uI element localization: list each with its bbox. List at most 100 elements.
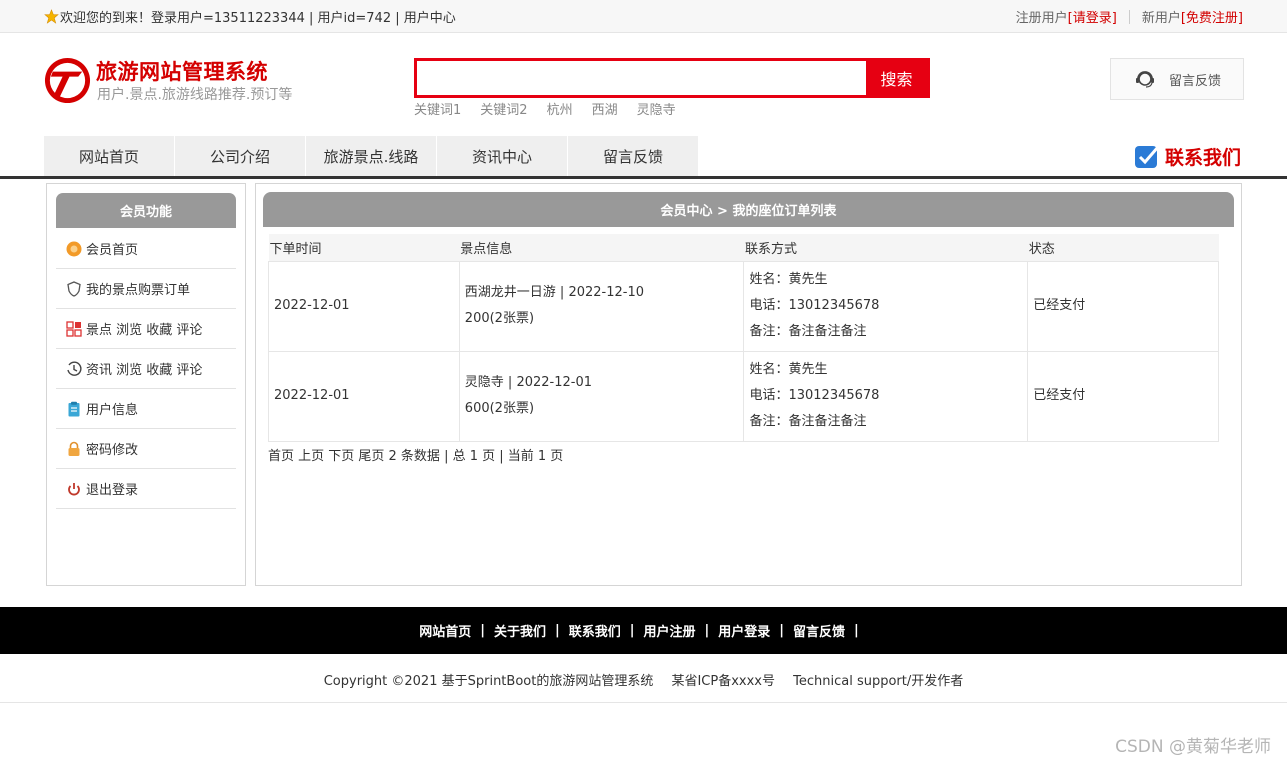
keyword-link[interactable]: 关键词1 [414, 99, 461, 118]
clipboard-icon [68, 401, 80, 416]
keyword-link[interactable]: 关键词2 [480, 99, 527, 118]
grid-icon [66, 320, 82, 337]
footer-separator: | [554, 623, 560, 638]
footer-link-feedback[interactable]: 留言反馈 [793, 621, 845, 640]
nav-item-news[interactable]: 资讯中心 [437, 136, 567, 176]
spot-info: 西湖龙井一日游 | 2022-12-10 200(2张票) [458, 260, 745, 352]
contact-name: 姓名：黄先生 [749, 362, 828, 377]
sidebar-item-user-info[interactable]: 用户信息 [56, 389, 236, 429]
footer-link-home[interactable]: 网站首页 [419, 621, 471, 640]
sidebar-item-label: 景点 浏览 收藏 评论 [86, 323, 203, 338]
sidebar-item-label: 退出登录 [86, 483, 139, 498]
footer-link-register[interactable]: 用户注册 [644, 621, 696, 640]
footer-separator: | [704, 623, 710, 638]
footer-link-login[interactable]: 用户登录 [718, 621, 770, 640]
footer-separator: | [779, 623, 785, 638]
order-time: 2022-12-01 [268, 350, 460, 442]
contact-name: 姓名：黄先生 [749, 272, 828, 287]
table-row: 2022-12-01 西湖龙井一日游 | 2022-12-10 200(2张票)… [268, 260, 1219, 352]
column-header: 景点信息 [459, 234, 744, 262]
table-header-row: 下单时间 景点信息 联系方式 状态 [268, 234, 1219, 262]
search-input[interactable] [417, 61, 866, 95]
feedback-button[interactable]: 留言反馈 [1110, 58, 1244, 100]
footer-separator: | [480, 623, 485, 638]
contact-note: 备注：备注备注备注 [749, 414, 867, 429]
login-link[interactable]: [请登录] [1068, 7, 1117, 26]
spot-name[interactable]: 灵隐寺 | 2022-12-01 [465, 370, 744, 396]
order-table: 下单时间 景点信息 联系方式 状态 2022-12-01 西湖龙井一日游 | 2… [268, 234, 1219, 442]
welcome-text: 欢迎您的到来！登录用户=13511223344 | 用户id=742 | 用户中… [44, 7, 456, 26]
sidebar-item-orders[interactable]: 我的景点购票订单 [56, 269, 236, 309]
spot-info: 灵隐寺 | 2022-12-01 600(2张票) [458, 350, 745, 442]
registered-label: 注册用户 [1015, 11, 1068, 26]
footer-link-about[interactable]: 关于我们 [494, 621, 546, 640]
order-time: 2022-12-01 [268, 260, 460, 352]
sidebar-item-password[interactable]: 密码修改 [56, 429, 236, 469]
site-subtitle: 用户.景点.旅游线路推荐.预订等 [97, 87, 293, 103]
sidebar-item-label: 密码修改 [86, 443, 139, 458]
nav-item-spots[interactable]: 旅游景点.线路 [306, 136, 436, 176]
home-icon [66, 241, 82, 256]
sidebar-item-news-activity[interactable]: 资讯 浏览 收藏 评论 [56, 349, 236, 389]
order-status: 已经支付 [1027, 350, 1219, 442]
divider [1128, 9, 1130, 24]
site-logo-icon[interactable] [43, 56, 92, 105]
column-header: 状态 [1027, 234, 1219, 262]
signup-link[interactable]: [免费注册] [1181, 7, 1243, 26]
icp-text: 某省ICP备xxxx号 [671, 674, 775, 689]
footer-separator: | [854, 623, 859, 638]
spot-name[interactable]: 西湖龙井一日游 | 2022-12-10 [465, 280, 744, 306]
sidebar-title: 会员功能 [56, 193, 236, 228]
watermark: CSDN @黄菊华老师 [1115, 737, 1271, 757]
top-bar: 欢迎您的到来！登录用户=13511223344 | 用户id=742 | 用户中… [0, 0, 1287, 33]
search-button[interactable]: 搜索 [866, 61, 927, 95]
contact-us-link[interactable]: 联系我们 [1133, 142, 1241, 170]
sidebar-item-spot-activity[interactable]: 景点 浏览 收藏 评论 [56, 309, 236, 349]
keyword-link[interactable]: 杭州 [547, 99, 573, 118]
footer-separator: | [629, 623, 635, 638]
power-icon [68, 482, 80, 495]
sidebar-item-label: 资讯 浏览 收藏 评论 [86, 363, 203, 378]
sidebar-item-label: 用户信息 [86, 403, 139, 418]
clock-icon [67, 360, 82, 376]
support-text: Technical support/开发作者 [793, 674, 964, 689]
welcome-label: 欢迎您的到来！登录用户=13511223344 | 用户id=742 | 用户中… [60, 11, 456, 26]
footer-nav: 网站首页 | 关于我们 | 联系我们 | 用户注册 | 用户登录 | 留言反馈 | [0, 607, 1287, 654]
account-links: 注册用户 [请登录] 新用户 [免费注册] [1016, 7, 1243, 26]
contact-note: 备注：备注备注备注 [749, 324, 867, 339]
hot-keywords: 关键词1 关键词2 杭州 西湖 灵隐寺 [414, 99, 676, 118]
member-sidebar: 会员功能 会员首页 我的景点购票订单 景点 浏览 收藏 评论 资讯 浏览 收藏 … [46, 183, 246, 586]
feedback-label: 留言反馈 [1168, 73, 1221, 89]
contact-info: 姓名：黄先生 电话：13012345678 备注：备注备注备注 [743, 260, 1029, 352]
sidebar-item-label: 我的景点购票订单 [86, 283, 191, 298]
copyright: Copyright ©2021 基于SprintBoot的旅游网站管理系统 某省… [0, 670, 1287, 689]
contact-phone: 电话：13012345678 [749, 298, 880, 313]
pagination[interactable]: 首页 上页 下页 尾页 2 条数据 | 总 1 页 | 当前 1 页 [268, 445, 563, 464]
main-nav: 网站首页 公司介绍 旅游景点.线路 资讯中心 留言反馈 [44, 136, 699, 176]
copyright-text: Copyright ©2021 基于SprintBoot的旅游网站管理系统 [323, 674, 654, 689]
lock-icon [68, 441, 80, 456]
contact-phone: 电话：13012345678 [749, 388, 880, 403]
star-icon [44, 9, 59, 24]
search-bar: 搜索 [414, 58, 930, 98]
keyword-link[interactable]: 灵隐寺 [637, 99, 676, 118]
headset-icon [1135, 71, 1154, 88]
nav-item-company[interactable]: 公司介绍 [175, 136, 305, 176]
sidebar-item-logout[interactable]: 退出登录 [56, 469, 236, 509]
nav-divider [0, 176, 1287, 179]
table-row: 2022-12-01 灵隐寺 | 2022-12-01 600(2张票) 姓名：… [268, 350, 1219, 442]
panel-title: 会员中心 > 我的座位订单列表 [263, 192, 1234, 227]
sidebar-item-home[interactable]: 会员首页 [56, 229, 236, 269]
contact-check-icon [1135, 146, 1160, 168]
spot-price: 600(2张票) [464, 401, 535, 416]
footer-link-contact[interactable]: 联系我们 [569, 621, 621, 640]
nav-item-feedback[interactable]: 留言反馈 [568, 136, 698, 176]
site-title: 旅游网站管理系统 [96, 60, 268, 84]
keyword-link[interactable]: 西湖 [592, 99, 618, 118]
order-panel: 会员中心 > 我的座位订单列表 下单时间 景点信息 联系方式 状态 2022-1… [255, 183, 1242, 586]
spot-price: 200(2张票) [464, 311, 535, 326]
nav-item-home[interactable]: 网站首页 [44, 136, 174, 176]
sidebar-item-label: 会员首页 [86, 243, 139, 258]
column-header: 下单时间 [268, 234, 460, 262]
column-header: 联系方式 [743, 234, 1028, 262]
